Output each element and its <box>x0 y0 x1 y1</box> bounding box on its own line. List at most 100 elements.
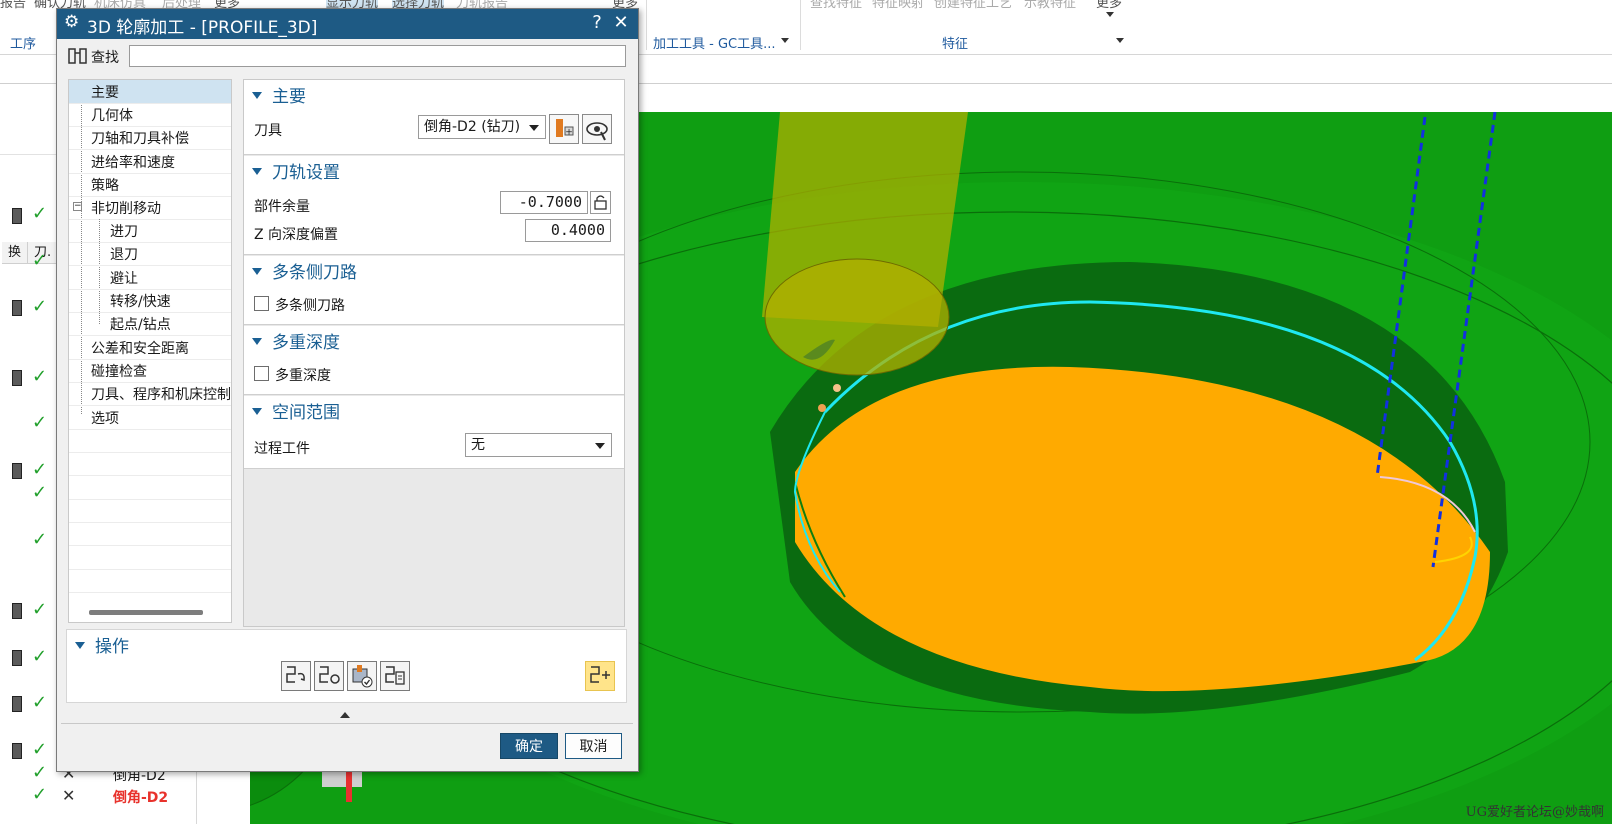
tree-item-non-cutting[interactable]: − 非切削移动 <box>69 196 231 220</box>
tree-item-tool-axis[interactable]: 刀轴和刀具补偿 <box>69 126 231 150</box>
edit-icon <box>12 603 22 619</box>
ribbon-group-machining-tools[interactable]: 加工工具 - GC工具... <box>653 33 776 52</box>
tree-item-start-point[interactable]: 起点/钻点 <box>69 312 231 336</box>
multi-side-checkbox[interactable] <box>254 296 269 311</box>
section-header-path-settings[interactable]: 刀轨设置 <box>252 158 340 183</box>
collapse-triangle-icon <box>252 407 262 415</box>
check-icon: ✓ <box>32 250 48 271</box>
nav-column-header-change[interactable]: 换 <box>2 242 28 264</box>
replay-button[interactable] <box>314 661 344 691</box>
tree-item-machine-control[interactable]: 刀具、程序和机床控制 <box>69 382 231 406</box>
section-header-operations[interactable]: 操作 <box>75 632 129 657</box>
lock-button[interactable] <box>590 191 611 214</box>
section-operations: 操作 <box>66 629 627 703</box>
svg-text:+: + <box>565 128 573 138</box>
section-spatial-range: 空间范围 过程工件 无 <box>244 396 624 469</box>
edit-icon <box>12 463 22 479</box>
check-icon: ✓ <box>32 692 48 713</box>
check-icon: ✓ <box>32 599 48 620</box>
dialog-title: 3D 轮廓加工 - [PROFILE_3D] <box>87 18 318 38</box>
ok-button[interactable]: 确定 <box>500 733 558 759</box>
multi-side-label: 多条侧刀路 <box>275 298 345 314</box>
check-icon: ✓ <box>32 529 48 550</box>
ipw-select[interactable]: 无 <box>465 433 612 457</box>
ribbon-item-report[interactable]: 报告 <box>0 0 26 11</box>
section-header-main[interactable]: 主要 <box>252 82 306 107</box>
ribbon-item-find-feature[interactable]: 查找特征 <box>810 0 862 11</box>
path-edit-icon <box>590 666 610 683</box>
dialog-expand-toggle[interactable] <box>340 712 350 718</box>
eye-icon <box>586 122 608 141</box>
section-multi-depth: 多重深度 多重深度 <box>244 326 624 395</box>
ribbon-divider <box>646 0 647 50</box>
tree-item-avoidance[interactable]: 避让 <box>69 266 231 290</box>
ribbon-item-create-feature-process[interactable]: 创建特征工艺 <box>934 0 1012 11</box>
collapse-triangle-icon <box>252 167 262 175</box>
tree-item-engage[interactable]: 进刀 <box>69 219 231 243</box>
z-offset-input[interactable]: 0.4000 <box>525 219 611 242</box>
collapse-icon[interactable]: − <box>73 202 82 211</box>
tree-item-geometry[interactable]: 几何体 <box>69 103 231 127</box>
csys-axis <box>346 772 352 802</box>
multi-depth-label: 多重深度 <box>275 368 331 384</box>
help-button[interactable]: ? <box>585 11 609 35</box>
check-icon: ✓ <box>32 482 48 503</box>
tool-select[interactable]: 倒角-D2 (钻刀) <box>418 115 546 139</box>
collapse-triangle-icon <box>75 641 85 649</box>
forum-watermark: UG爱好者论坛@妙哉啊 <box>1465 805 1604 820</box>
button-divider <box>61 723 633 724</box>
stock-label: 部件余量 <box>254 199 310 215</box>
section-header-spatial-range[interactable]: 空间范围 <box>252 398 340 423</box>
find-label: 查找 <box>91 50 119 66</box>
tree-horizontal-scrollbar[interactable] <box>89 610 203 615</box>
tree-item-strategy[interactable]: 策略 <box>69 173 231 197</box>
close-button[interactable]: ✕ <box>609 11 633 35</box>
edit-icon <box>12 300 22 316</box>
stock-input[interactable]: -0.7000 <box>500 191 588 214</box>
ribbon-item-more-3[interactable]: 更多 <box>1096 0 1122 11</box>
check-icon: ✓ <box>32 366 48 387</box>
contact-point <box>818 404 826 412</box>
contact-point <box>833 384 841 392</box>
dialog-panel: 主要 刀具 倒角-D2 (钻刀) + 刀轨设置 部件余量 -0.7000 Z 向… <box>243 79 625 627</box>
edit-icon <box>12 696 22 712</box>
chevron-down-icon[interactable] <box>1116 38 1124 43</box>
ribbon-item-feature-map[interactable]: 特征映射 <box>872 0 924 11</box>
verify-button[interactable] <box>347 661 377 691</box>
collapse-triangle-icon <box>252 91 262 99</box>
dialog-title-bar[interactable]: ⚙ 3D 轮廓加工 - [PROFILE_3D] ? ✕ <box>57 9 638 39</box>
ribbon-item-teach-feature[interactable]: 示教特征 <box>1024 0 1076 11</box>
tree-item-tolerance[interactable]: 公差和安全距离 <box>69 336 231 360</box>
find-input[interactable] <box>129 45 626 67</box>
check-icon: ✓ <box>32 412 48 433</box>
new-tool-button[interactable]: + <box>549 114 579 144</box>
chevron-down-icon <box>529 125 539 131</box>
tree-item-options[interactable]: 选项 <box>69 406 231 430</box>
nav-tool-name[interactable]: 倒角-D2 <box>113 787 168 807</box>
tree-item-retract[interactable]: 退刀 <box>69 242 231 266</box>
edit-icon <box>12 370 22 386</box>
tree-item-feeds[interactable]: 进给率和速度 <box>69 150 231 174</box>
multi-depth-checkbox[interactable] <box>254 366 269 381</box>
tree-item-collision[interactable]: 碰撞检查 <box>69 359 231 383</box>
close-icon: ✕ <box>62 786 76 805</box>
chevron-down-icon[interactable] <box>781 38 789 43</box>
list-button[interactable] <box>380 661 410 691</box>
tree-item-transfer[interactable]: 转移/快速 <box>69 289 231 313</box>
tree-item-main[interactable]: 主要 <box>69 80 231 104</box>
chevron-down-icon <box>595 443 605 449</box>
path-edit-button[interactable] <box>585 661 615 691</box>
generate-icon <box>286 666 305 683</box>
gear-icon: ⚙ <box>64 12 80 32</box>
cancel-button[interactable]: 取消 <box>565 733 622 759</box>
generate-button[interactable] <box>281 661 311 691</box>
check-icon: ✓ <box>32 459 48 480</box>
display-tool-button[interactable] <box>582 114 612 144</box>
cutting-tool-tip <box>764 258 950 376</box>
section-header-multi-depth[interactable]: 多重深度 <box>252 328 340 353</box>
section-main: 主要 刀具 倒角-D2 (钻刀) + <box>244 80 624 155</box>
lock-icon <box>594 195 607 210</box>
section-header-multi-side[interactable]: 多条侧刀路 <box>252 258 357 283</box>
collapse-triangle-icon <box>252 267 262 275</box>
chevron-down-icon[interactable] <box>1106 12 1114 17</box>
